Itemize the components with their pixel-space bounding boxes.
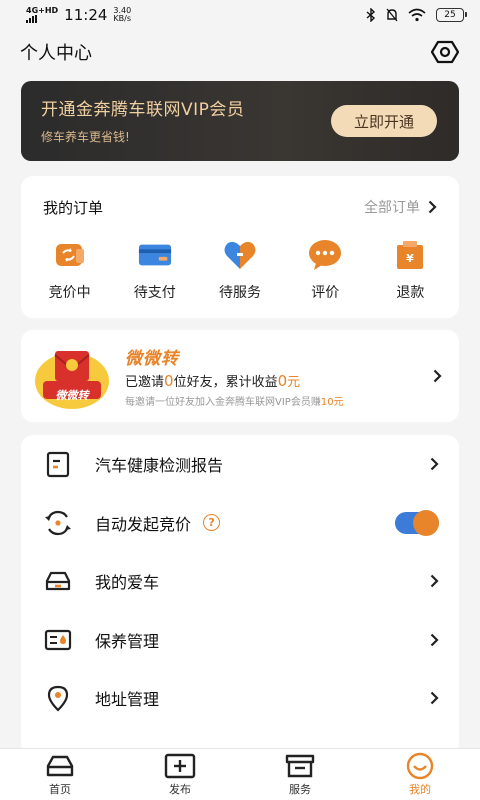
report-icon <box>43 449 73 479</box>
header: 个人中心 <box>0 30 480 74</box>
card-payment-icon <box>138 238 172 272</box>
auto-bidding-toggle[interactable] <box>395 509 439 536</box>
order-status-label: 退款 <box>396 285 425 301</box>
order-status-label: 竞价中 <box>48 285 91 301</box>
menu-item-my-car[interactable]: 我的爱车 <box>21 552 459 611</box>
order-status-label: 评价 <box>311 285 340 301</box>
refund-bag-icon: ¥ <box>393 238 427 272</box>
status-bar: 4G+HD 11:24 3.40 KB/s 25 <box>0 0 480 30</box>
order-status-refund[interactable]: ¥ 退款 <box>368 238 453 302</box>
invite-arrow[interactable] <box>427 369 447 383</box>
menu-item-maintenance[interactable]: 保养管理 <box>21 611 459 670</box>
order-status-bidding[interactable]: 竞价中 <box>27 238 112 302</box>
network-indicator: 4G+HD <box>26 7 58 23</box>
invite-summary: 已邀请0位好友，累计收益0元 <box>125 371 427 390</box>
earnings-unit: 元 <box>287 375 301 390</box>
hexagon-settings-icon <box>431 40 459 64</box>
tab-label: 服务 <box>289 783 311 796</box>
menu-label: 自动发起竞价 <box>95 514 192 534</box>
bluetooth-icon <box>366 8 376 22</box>
network-type: 4G+HD <box>26 6 59 15</box>
wifi-icon <box>408 8 426 22</box>
service-heart-icon <box>223 238 257 272</box>
tab-home[interactable]: 首页 <box>0 749 120 800</box>
orders-header: 我的订单 全部订单 <box>21 176 459 238</box>
menu-item-auto-bidding: 自动发起竞价 ? <box>21 494 459 553</box>
invite-text: 微微转 已邀请0位好友，累计收益0元 每邀请一位好友加入金奔腾车联网VIP会员赚… <box>125 344 427 408</box>
order-status-pending-service[interactable]: 待服务 <box>197 238 282 302</box>
menu-item-health-report[interactable]: 汽车健康检测报告 <box>21 435 459 494</box>
battery-level: 25 <box>444 10 456 20</box>
tab-label: 发布 <box>169 783 191 796</box>
orders-card: 我的订单 全部订单 竞价中 待支付 待服务 评价 ¥ 退款 <box>21 176 459 318</box>
maintenance-icon <box>43 625 73 655</box>
menu-item-address[interactable]: 地址管理 <box>21 669 459 728</box>
order-status-label: 待支付 <box>133 285 176 301</box>
earnings-amount: 0 <box>277 372 288 390</box>
invite-prefix: 已邀请 <box>125 375 165 390</box>
chevron-right-icon <box>428 200 437 214</box>
clock: 11:24 <box>64 6 108 24</box>
car-icon <box>43 566 73 596</box>
tab-service[interactable]: 服务 <box>240 749 360 800</box>
smile-icon <box>404 752 436 780</box>
menu-label: 保养管理 <box>95 631 160 651</box>
orders-title: 我的订单 <box>43 198 104 217</box>
settings-button[interactable] <box>430 37 460 67</box>
tab-publish[interactable]: 发布 <box>120 749 240 800</box>
chevron-right-icon <box>430 574 439 588</box>
invite-card[interactable]: 微微转 微微转 已邀请0位好友，累计收益0元 每邀请一位好友加入金奔腾车联网VI… <box>21 330 459 422</box>
tab-label: 首页 <box>49 783 71 796</box>
invite-reward: 10元 <box>320 397 344 408</box>
tab-label: 我的 <box>409 783 431 796</box>
battery-icon: 25 <box>436 8 467 22</box>
settings-menu: 汽车健康检测报告 自动发起竞价 ? 我的爱车 保养管理 地址管理 <box>21 435 459 755</box>
invite-note: 每邀请一位好友加入金奔腾车联网VIP会员赚10元 <box>125 393 427 408</box>
plus-square-icon <box>164 752 196 780</box>
logo-text: 微微转 <box>55 389 89 402</box>
invite-middle: 位好友，累计收益 <box>173 375 278 390</box>
toggle-knob <box>413 509 439 536</box>
help-icon[interactable]: ? <box>203 514 221 532</box>
car-home-icon <box>44 752 76 780</box>
menu-label: 地址管理 <box>95 690 160 710</box>
invite-brand: 微微转 <box>125 349 179 369</box>
vip-open-button[interactable]: 立即开通 <box>331 105 437 137</box>
signal-icon <box>26 15 58 23</box>
chevron-right-icon <box>433 369 442 383</box>
svg-text:¥: ¥ <box>407 252 415 265</box>
tab-mine[interactable]: 我的 <box>360 749 480 800</box>
shop-icon <box>284 752 316 780</box>
bidding-icon <box>53 238 87 272</box>
red-envelope-logo: 微微转 <box>33 341 111 411</box>
invited-count: 0 <box>164 372 174 390</box>
auto-refresh-icon <box>43 508 73 538</box>
chevron-right-icon <box>430 457 439 471</box>
chevron-right-icon <box>430 633 439 647</box>
all-orders-link[interactable]: 全部订单 <box>364 197 437 217</box>
order-status-row: 竞价中 待支付 待服务 评价 ¥ 退款 <box>21 238 459 302</box>
order-status-label: 待服务 <box>219 285 261 301</box>
comment-bubble-icon <box>308 238 342 272</box>
invite-note-text: 每邀请一位好友加入金奔腾车联网VIP会员赚 <box>125 397 321 408</box>
speed-unit: KB/s <box>113 14 132 23</box>
order-status-pending-payment[interactable]: 待支付 <box>112 238 197 302</box>
vip-banner[interactable]: 开通金奔腾车联网VIP会员 修车养车更省钱! 立即开通 <box>21 81 459 161</box>
bottom-tab-bar: 首页 发布 服务 我的 <box>0 748 480 800</box>
all-orders-label: 全部订单 <box>364 200 420 216</box>
location-pin-icon <box>43 683 73 713</box>
menu-label: 汽车健康检测报告 <box>95 456 224 476</box>
network-speed: 3.40 KB/s <box>113 7 131 23</box>
menu-label: 我的爱车 <box>95 573 160 593</box>
chevron-right-icon <box>430 691 439 705</box>
page-title: 个人中心 <box>20 43 92 64</box>
silent-icon <box>386 8 398 22</box>
order-status-review[interactable]: 评价 <box>283 238 368 302</box>
